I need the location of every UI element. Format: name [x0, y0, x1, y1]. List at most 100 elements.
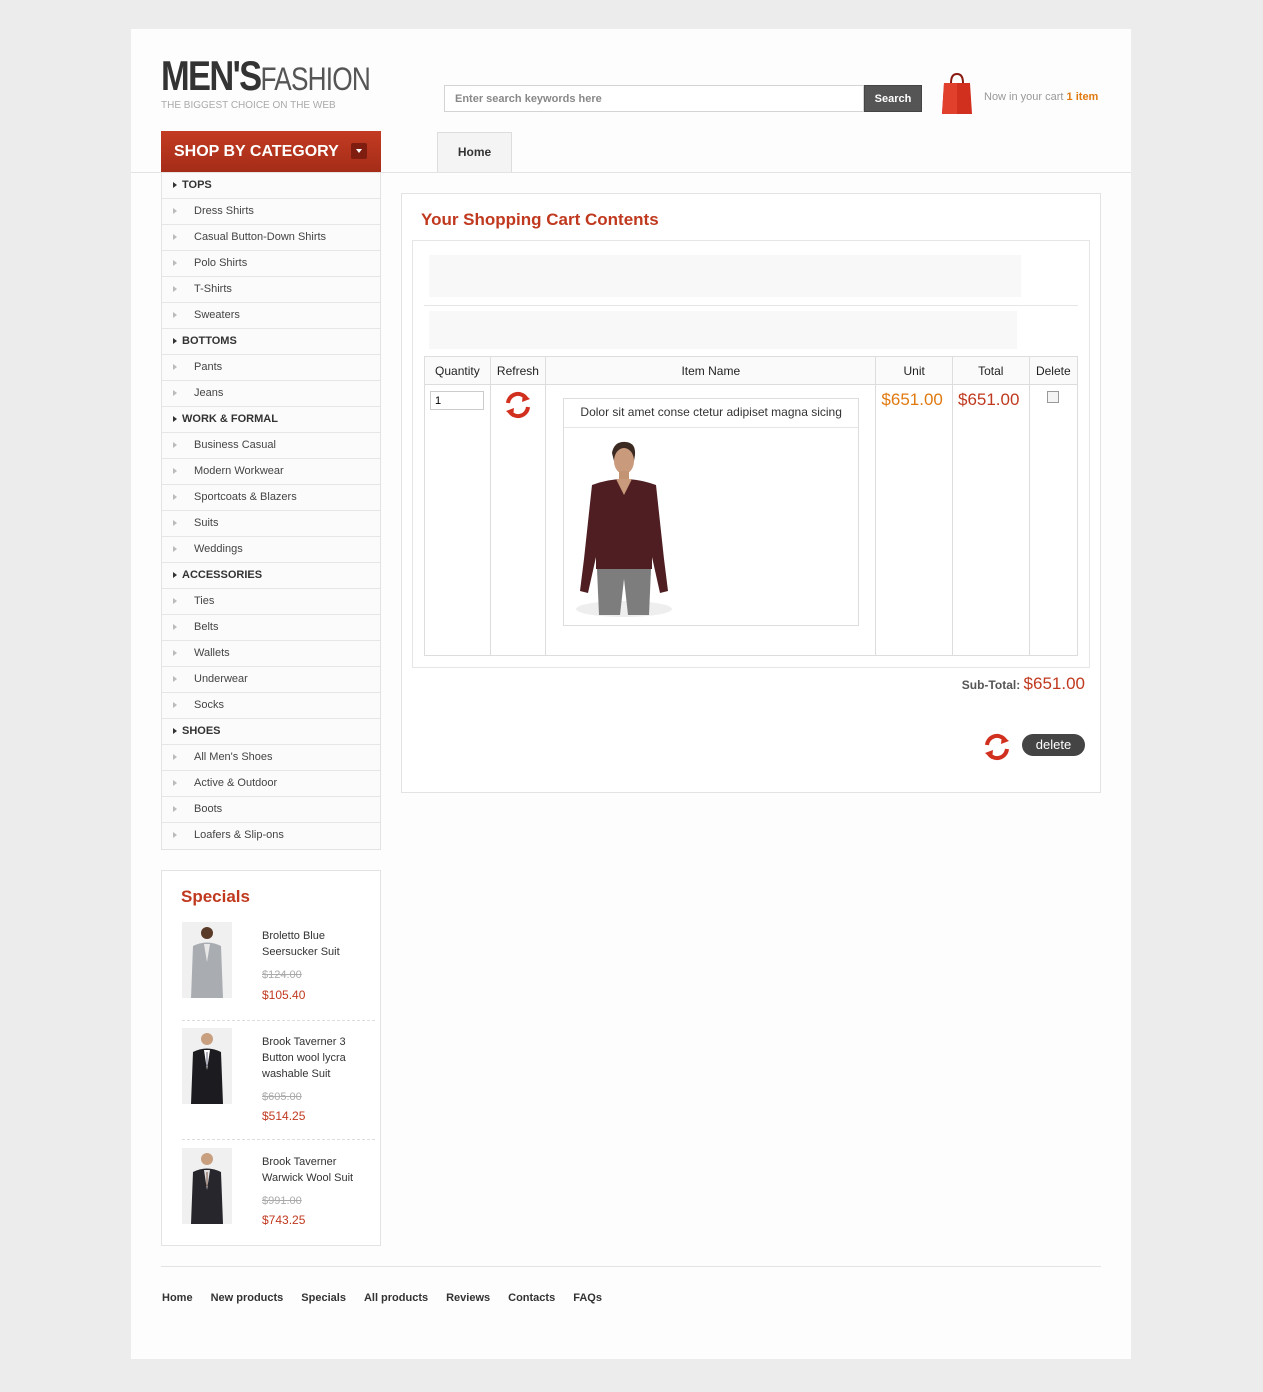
quantity-input[interactable]: [430, 391, 484, 410]
category-link[interactable]: T-Shirts: [162, 277, 380, 303]
cart-table: Quantity Refresh Item Name Unit Total De…: [424, 356, 1079, 656]
delete-checkbox[interactable]: [1047, 391, 1060, 403]
shopping-bag-icon[interactable]: [941, 71, 973, 115]
arrow-right-icon: [173, 546, 177, 552]
footer-link[interactable]: Specials: [301, 1292, 346, 1304]
category-label: Jeans: [194, 387, 224, 399]
product-thumbnail[interactable]: [182, 1148, 232, 1224]
col-refresh: Refresh: [489, 356, 547, 385]
arrow-right-icon: [173, 624, 177, 630]
footer-link[interactable]: Reviews: [446, 1292, 490, 1304]
category-label: T-Shirts: [194, 283, 232, 295]
product-image[interactable]: [564, 439, 683, 619]
category-label: Suits: [194, 517, 219, 529]
dropdown-arrow-icon[interactable]: [351, 143, 367, 159]
category-link[interactable]: Business Casual: [162, 433, 380, 459]
category-link[interactable]: Active & Outdoor: [162, 771, 380, 797]
unit-price: $651.00: [881, 390, 943, 409]
category-link[interactable]: Polo Shirts: [162, 251, 380, 277]
special-new-price: $105.40: [262, 988, 306, 1002]
specials-title: Specials: [181, 887, 250, 906]
category-label: Dress Shirts: [194, 205, 254, 217]
special-item-name[interactable]: Broletto Blue Seersucker Suit: [262, 928, 372, 960]
category-heading[interactable]: BOTTOMS: [162, 329, 380, 355]
special-item[interactable]: Brook Taverner 3 Button wool lycra washa…: [182, 1028, 376, 1138]
footer-nav: Home New products Specials All products Revi…: [162, 1292, 620, 1304]
refresh-icon[interactable]: [503, 390, 533, 420]
category-link[interactable]: Weddings: [162, 537, 380, 563]
col-item-name: Item Name: [545, 356, 877, 385]
specials-separator: [182, 1139, 375, 1140]
product-thumbnail[interactable]: [182, 922, 232, 998]
cart-item-count[interactable]: 1 item: [1067, 91, 1099, 103]
category-heading[interactable]: ACCESSORIES: [162, 563, 380, 589]
special-item-name[interactable]: Brook Taverner Warwick Wool Suit: [262, 1154, 372, 1186]
arrow-right-icon: [173, 806, 177, 812]
special-new-price: $743.25: [262, 1213, 306, 1227]
footer-link[interactable]: FAQs: [573, 1292, 602, 1304]
arrow-right-icon: [173, 390, 177, 396]
cart-row: Dolor sit amet conse ctetur adipiset mag…: [424, 384, 1079, 656]
category-label: Boots: [194, 803, 223, 815]
col-quantity: Quantity: [424, 356, 491, 385]
special-item[interactable]: Broletto Blue Seersucker Suit $124.00 $1…: [182, 922, 376, 1012]
category-link[interactable]: Sportcoats & Blazers: [162, 485, 380, 511]
subtotal-label: Sub-Total:: [961, 678, 1021, 692]
category-link[interactable]: Pants: [162, 355, 380, 381]
special-item-name[interactable]: Brook Taverner 3 Button wool lycra washa…: [262, 1034, 372, 1082]
arrow-right-icon: [173, 598, 177, 604]
category-link[interactable]: Suits: [162, 511, 380, 537]
logo-main-text: MEN'S: [161, 52, 262, 99]
category-link[interactable]: Belts: [162, 615, 380, 641]
category-link[interactable]: Boots: [162, 797, 380, 823]
category-link[interactable]: Dress Shirts: [162, 199, 380, 225]
category-heading[interactable]: TOPS: [162, 173, 380, 199]
page-container: MEN'SFASHION THE BIGGEST CHOICE ON THE W…: [131, 29, 1131, 1359]
category-link[interactable]: Casual Button-Down Shirts: [162, 225, 380, 251]
category-link[interactable]: Modern Workwear: [162, 459, 380, 485]
site-logo[interactable]: MEN'SFASHION THE BIGGEST CHOICE ON THE W…: [161, 52, 416, 112]
arrow-right-icon: [173, 494, 177, 500]
specials-separator: [182, 1020, 375, 1021]
category-link[interactable]: Ties: [162, 589, 380, 615]
footer-link[interactable]: New products: [211, 1292, 284, 1304]
arrow-right-icon: [173, 520, 177, 526]
category-link[interactable]: Socks: [162, 693, 380, 719]
col-total: Total: [951, 356, 1030, 385]
footer-link[interactable]: Home: [162, 1292, 193, 1304]
search-input[interactable]: [445, 86, 865, 111]
category-link[interactable]: All Men's Shoes: [162, 745, 380, 771]
arrow-right-icon: [173, 416, 177, 422]
item-name-link[interactable]: Dolor sit amet conse ctetur adipiset mag…: [564, 399, 859, 428]
category-heading[interactable]: WORK & FORMAL: [162, 407, 380, 433]
cart-title: Your Shopping Cart Contents: [421, 210, 659, 229]
category-link[interactable]: Loafers & Slip-ons: [162, 823, 380, 849]
category-link[interactable]: Jeans: [162, 381, 380, 407]
category-label: Business Casual: [194, 439, 276, 451]
shop-by-category-header[interactable]: SHOP BY CATEGORY: [161, 131, 381, 173]
product-thumbnail[interactable]: [182, 1028, 232, 1104]
item-card[interactable]: Dolor sit amet conse ctetur adipiset mag…: [563, 398, 860, 626]
arrow-right-icon: [173, 182, 177, 188]
special-old-price: $605.00: [262, 1091, 302, 1103]
footer-link[interactable]: Contacts: [508, 1292, 555, 1304]
category-label: BOTTOMS: [182, 335, 237, 347]
category-label: Polo Shirts: [194, 257, 248, 269]
category-link[interactable]: Sweaters: [162, 303, 380, 329]
special-item[interactable]: Brook Taverner Warwick Wool Suit $991.00…: [182, 1148, 376, 1238]
arrow-right-icon: [173, 286, 177, 292]
footer-link[interactable]: All products: [364, 1292, 428, 1304]
category-heading[interactable]: SHOES: [162, 719, 380, 745]
category-label: Pants: [194, 361, 223, 373]
update-cart-icon[interactable]: [982, 732, 1012, 762]
footer-divider: [161, 1266, 1101, 1267]
cart-summary[interactable]: Now in your cart 1 item: [984, 91, 1098, 103]
category-label: Socks: [194, 699, 224, 711]
tab-home[interactable]: Home: [437, 132, 512, 172]
category-label: Belts: [194, 621, 219, 633]
delete-button[interactable]: delete: [1022, 734, 1085, 756]
cart-message-area: [429, 255, 1021, 297]
search-button[interactable]: Search: [864, 85, 922, 112]
category-link[interactable]: Underwear: [162, 667, 380, 693]
category-link[interactable]: Wallets: [162, 641, 380, 667]
